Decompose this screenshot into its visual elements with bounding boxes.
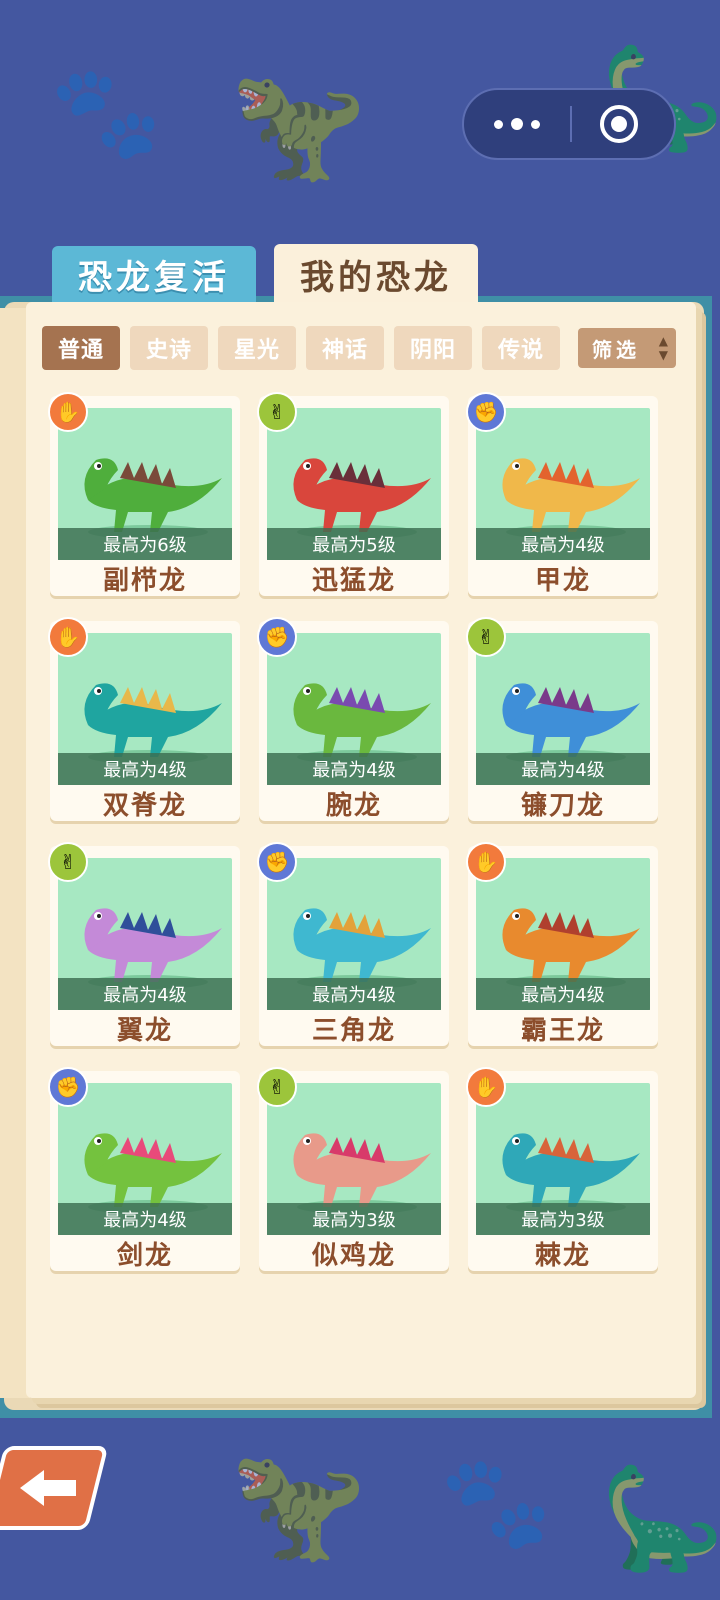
back-button[interactable] — [0, 1446, 109, 1530]
scissors-hand-icon: ✌ — [257, 392, 297, 432]
rock-hand-icon: ✊ — [466, 392, 506, 432]
dino-card[interactable]: 最高为4级翼龙 ✌ — [48, 842, 240, 1046]
filter-tab-legend[interactable]: 传说 — [482, 326, 560, 370]
filter-tab-yinyang[interactable]: 阴阳 — [394, 326, 472, 370]
more-dot-icon — [531, 119, 540, 129]
dino-name: 三角龙 — [311, 1015, 396, 1046]
filter-tab-epic[interactable]: 史诗 — [130, 326, 208, 370]
dino-silhouette-decoration: 🦖 — [230, 1440, 367, 1568]
mini-program-capsule — [462, 88, 676, 160]
max-level-label: 最高为5级 — [267, 528, 441, 560]
close-mini-program-icon[interactable] — [600, 105, 638, 143]
max-level-label: 最高为4级 — [58, 753, 232, 785]
dino-name: 霸王龙 — [520, 1015, 605, 1046]
rock-hand-icon: ✊ — [257, 842, 297, 882]
max-level-label: 最高为4级 — [58, 1203, 232, 1235]
rock-hand-icon: ✊ — [257, 617, 297, 657]
filter-tab-common[interactable]: 普通 — [42, 326, 120, 370]
paw-print-decoration: 🐾 — [440, 1450, 553, 1555]
max-level-label: 最高为4级 — [58, 978, 232, 1010]
dino-card[interactable]: 最高为4级镰刀龙 ✌ — [466, 617, 658, 821]
max-level-label: 最高为6级 — [58, 528, 232, 560]
dino-card[interactable]: 最高为4级双脊龙 ✋ — [48, 617, 240, 821]
dino-card[interactable]: 最高为4级霸王龙 ✋ — [466, 842, 658, 1046]
dino-name: 甲龙 — [534, 565, 591, 596]
max-level-label: 最高为4级 — [476, 528, 650, 560]
more-dot-icon — [494, 119, 503, 129]
dino-card[interactable]: 最高为4级甲龙 ✊ — [466, 392, 658, 596]
dino-name: 翼龙 — [116, 1015, 173, 1046]
max-level-label: 最高为4级 — [476, 753, 650, 785]
max-level-label: 最高为4级 — [267, 753, 441, 785]
max-level-label: 最高为4级 — [476, 978, 650, 1010]
dino-card[interactable]: 最高为3级似鸡龙 ✌ — [257, 1067, 449, 1271]
max-level-label: 最高为4级 — [267, 978, 441, 1010]
filter-dropdown[interactable]: 筛选 ▲ ▼ — [578, 328, 676, 368]
dino-card[interactable]: 最高为5级迅猛龙 ✌ — [257, 392, 449, 596]
dino-name: 副栉龙 — [102, 565, 187, 596]
dino-card[interactable]: 最高为6级副栉龙 ✋ — [48, 392, 240, 596]
more-dot-icon — [511, 118, 523, 130]
dino-card[interactable]: 最高为4级三角龙 ✊ — [257, 842, 449, 1046]
tab-dino-revive[interactable]: 恐龙复活 — [52, 246, 256, 302]
dino-name: 迅猛龙 — [311, 565, 396, 596]
tab-my-dinos[interactable]: 我的恐龙 — [274, 244, 478, 304]
scissors-hand-icon: ✌ — [257, 1067, 297, 1107]
dino-silhouette-decoration: 🦕 — [600, 1460, 720, 1577]
dino-name: 剑龙 — [116, 1240, 173, 1271]
dino-name: 腕龙 — [325, 790, 382, 821]
dino-silhouette-decoration: 🦖 — [230, 60, 367, 188]
filter-dropdown-label: 筛选 — [592, 337, 640, 362]
scissors-hand-icon: ✌ — [466, 617, 506, 657]
paper-hand-icon: ✋ — [466, 1067, 506, 1107]
filter-tab-starlight[interactable]: 星光 — [218, 326, 296, 370]
scissors-hand-icon: ✌ — [48, 842, 88, 882]
sort-arrows-icon: ▲ ▼ — [658, 334, 668, 362]
paper-hand-icon: ✋ — [466, 842, 506, 882]
max-level-label: 最高为3级 — [267, 1203, 441, 1235]
dino-card[interactable]: 最高为4级剑龙 ✊ — [48, 1067, 240, 1271]
dino-name: 似鸡龙 — [311, 1240, 396, 1271]
dino-name: 棘龙 — [534, 1240, 591, 1271]
paper-hand-icon: ✋ — [48, 392, 88, 432]
dino-name: 双脊龙 — [102, 790, 187, 821]
dino-name: 镰刀龙 — [520, 790, 605, 821]
dino-card[interactable]: 最高为4级腕龙 ✊ — [257, 617, 449, 821]
back-arrow-icon — [20, 1470, 76, 1506]
paw-print-decoration: 🐾 — [50, 60, 163, 165]
capsule-divider — [570, 106, 572, 142]
max-level-label: 最高为3级 — [476, 1203, 650, 1235]
dino-card[interactable]: 最高为3级棘龙 ✋ — [466, 1067, 658, 1271]
filter-tab-myth[interactable]: 神话 — [306, 326, 384, 370]
more-options-button[interactable] — [464, 90, 570, 158]
paper-hand-icon: ✋ — [48, 617, 88, 657]
rock-hand-icon: ✊ — [48, 1067, 88, 1107]
